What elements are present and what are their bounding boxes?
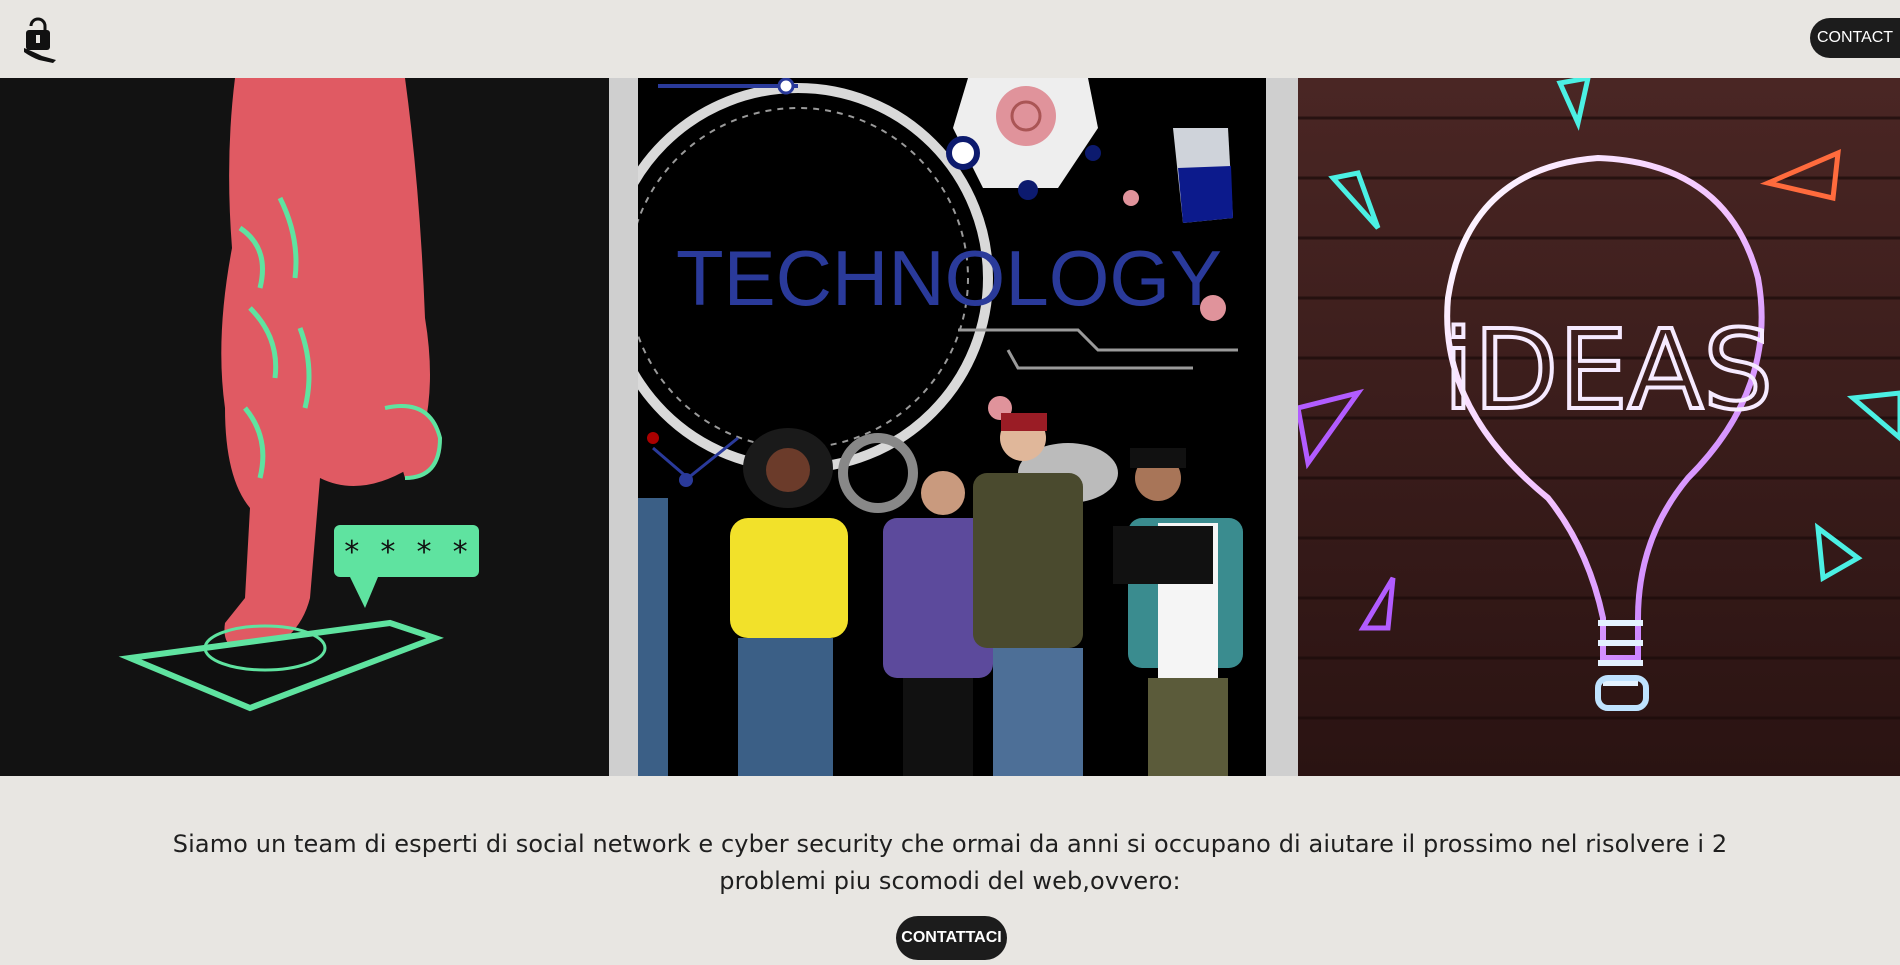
ideas-neon-bulb: iDEAS xyxy=(1298,78,1900,776)
image-gallery: * * * * TECHNOLOGY iDEAS xyxy=(0,78,1900,776)
ideas-neon-text: iDEAS xyxy=(1443,306,1773,434)
password-badge-text: * * * * xyxy=(343,535,469,570)
site-header: CONTACT xyxy=(0,0,1900,78)
contattaci-button[interactable]: CONTATTACI xyxy=(896,916,1007,960)
lock-hand-icon[interactable] xyxy=(20,12,60,64)
intro-text: Siamo un team di esperti di social netwo… xyxy=(172,830,1728,895)
password-security-illustration: * * * * xyxy=(0,78,609,776)
contact-button[interactable]: CONTACT xyxy=(1810,18,1900,58)
technology-people-photo: TECHNOLOGY xyxy=(638,78,1266,776)
technology-title: TECHNOLOGY xyxy=(676,234,1222,322)
